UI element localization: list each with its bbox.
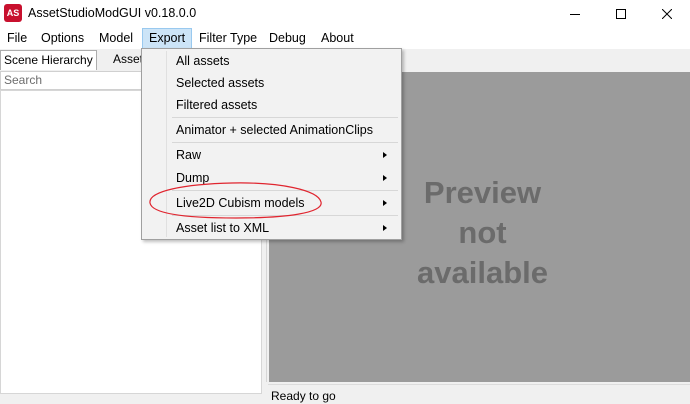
menu-item-label: Raw: [176, 148, 202, 162]
menu-item-asset-list-xml[interactable]: Asset list to XML: [144, 217, 399, 239]
menu-item-all-assets[interactable]: All assets: [144, 50, 399, 72]
menu-debug[interactable]: Debug: [263, 28, 312, 49]
menu-item-raw[interactable]: Raw: [144, 144, 399, 166]
preview-line: Preview: [423, 175, 542, 210]
status-bar: Ready to go: [268, 384, 690, 404]
menu-item-label: Asset list to XML: [176, 221, 270, 235]
menu-item-animator-clips[interactable]: Animator + selected AnimationClips: [144, 119, 399, 141]
app-window: AS AssetStudioModGUI v0.18.0.0 File Opti…: [0, 0, 690, 404]
preview-line: not: [458, 215, 507, 250]
horizontal-scrollbar[interactable]: [0, 394, 262, 404]
submenu-arrow-icon: [383, 175, 387, 181]
export-menu: All assets Selected assets Filtered asse…: [141, 48, 402, 240]
maximize-icon: [616, 9, 626, 19]
menu-bar: File Options Model Export Filter Type De…: [0, 28, 690, 49]
preview-line: available: [417, 255, 548, 290]
maximize-button[interactable]: [598, 0, 644, 28]
menu-item-label: Selected assets: [176, 76, 265, 90]
menu-item-label: Live2D Cubism models: [176, 196, 305, 210]
menu-item-label: Dump: [176, 171, 210, 185]
submenu-arrow-icon: [383, 225, 387, 231]
menu-filter-type[interactable]: Filter Type: [193, 28, 263, 49]
close-button[interactable]: [644, 0, 690, 28]
menu-item-selected-assets[interactable]: Selected assets: [144, 72, 399, 94]
menu-options[interactable]: Options: [35, 28, 90, 49]
menu-item-filtered-assets[interactable]: Filtered assets: [144, 94, 399, 116]
preview-placeholder: Preview not available: [417, 173, 548, 293]
close-icon: [662, 9, 672, 19]
menu-item-label: Animator + selected AnimationClips: [176, 123, 373, 137]
minimize-icon: [570, 14, 580, 15]
menu-item-label: Filtered assets: [176, 98, 258, 112]
menu-about[interactable]: About: [315, 28, 360, 49]
menu-export[interactable]: Export: [142, 28, 193, 49]
status-text: Ready to go: [271, 389, 336, 403]
menu-item-dump[interactable]: Dump: [144, 167, 399, 189]
menu-separator: [172, 142, 398, 143]
menu-item-live2d-cubism[interactable]: Live2D Cubism models: [144, 192, 399, 214]
menu-separator: [172, 215, 398, 216]
minimize-button[interactable]: [552, 0, 598, 28]
title-bar: AS AssetStudioModGUI v0.18.0.0: [0, 0, 690, 28]
submenu-arrow-icon: [383, 200, 387, 206]
menu-item-label: All assets: [176, 54, 230, 68]
tab-scene-hierarchy[interactable]: Scene Hierarchy: [0, 50, 97, 70]
app-icon: AS: [4, 4, 22, 22]
menu-file[interactable]: File: [1, 28, 33, 49]
window-title: AssetStudioModGUI v0.18.0.0: [28, 6, 197, 20]
menu-separator: [172, 117, 398, 118]
menu-model[interactable]: Model: [93, 28, 139, 49]
submenu-arrow-icon: [383, 152, 387, 158]
menu-separator: [172, 190, 398, 191]
